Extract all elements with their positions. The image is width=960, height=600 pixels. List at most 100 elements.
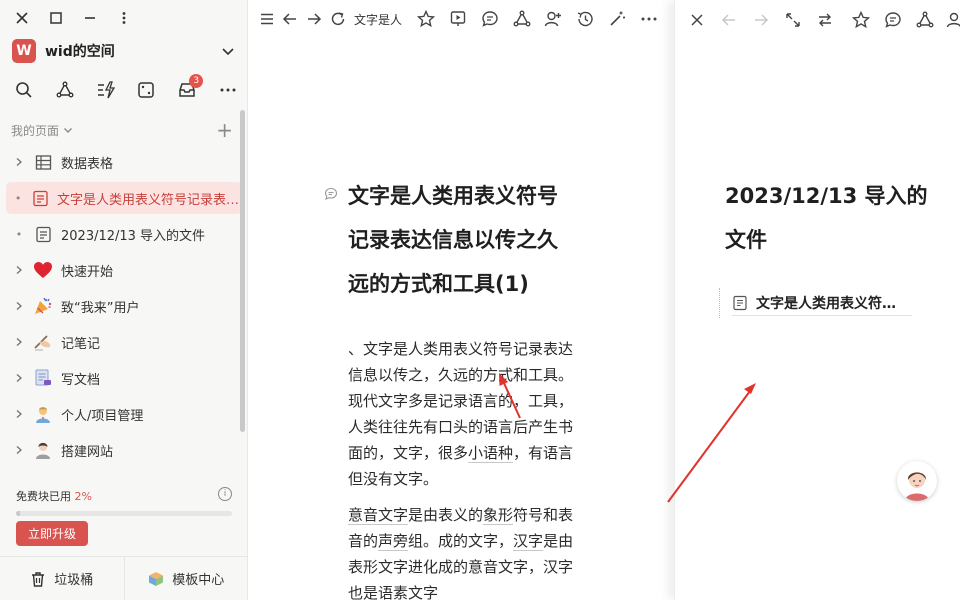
- forward-arrow-icon[interactable]: [303, 8, 325, 30]
- usage-label: 免费块已用: [16, 490, 71, 503]
- comment-icon[interactable]: [882, 9, 904, 31]
- add-page-icon[interactable]: +: [216, 120, 233, 140]
- page-icon: [32, 223, 54, 245]
- sidebar-item-write-docs[interactable]: 写文档: [6, 362, 242, 394]
- chevron-right-icon[interactable]: [10, 373, 28, 383]
- sidebar-item-data-table[interactable]: 数据表格: [6, 146, 242, 178]
- paragraph-1[interactable]: 、文字是人类用表义符号记录表达信息以传之，久远的方式和工具。现代文字多是记录语言…: [348, 336, 576, 492]
- graph-nodes-icon[interactable]: [53, 78, 77, 102]
- template-label: 模板中心: [172, 573, 225, 588]
- back-arrow-icon[interactable]: [718, 9, 740, 31]
- sidebar-item-project-management[interactable]: 个人/项目管理: [6, 398, 242, 430]
- more-horizontal-icon[interactable]: [216, 78, 240, 102]
- more-vertical-icon[interactable]: [116, 9, 132, 27]
- page-tree: 数据表格 • 文字是人类用表义符号记录表达信息以传之久远的方式和工具(1) • …: [6, 146, 242, 470]
- subpage-link[interactable]: 文字是人类用表义符号记录表达信息以传之久远的方式和工具(1): [719, 288, 912, 318]
- maximize-icon[interactable]: [48, 9, 64, 27]
- switch-icon[interactable]: [814, 9, 836, 31]
- magic-wand-icon[interactable]: [606, 8, 628, 30]
- trash-icon: [32, 571, 45, 587]
- panel-page-title[interactable]: 2023/12/13 导入的文件: [725, 174, 935, 262]
- lightning-list-icon[interactable]: [94, 78, 118, 102]
- info-icon[interactable]: i: [218, 487, 232, 501]
- link-text[interactable]: 汉字: [513, 532, 544, 551]
- sidebar-item-label: 搭建网站: [61, 444, 114, 460]
- chevron-right-icon[interactable]: [10, 409, 28, 419]
- space-logo: W: [12, 39, 36, 63]
- usage-progress-bar: [16, 511, 232, 516]
- chevron-right-icon[interactable]: [10, 157, 28, 167]
- star-icon[interactable]: [850, 9, 872, 31]
- subpage-title: 文字是人类用表义符号记录表达信息以传之久远的方式和工具(1): [756, 295, 906, 312]
- subpage-row[interactable]: 文字是人类用表义符号记录表达信息以传之久远的方式和工具(1): [732, 290, 912, 316]
- sidebar-scrollbar[interactable]: [240, 110, 245, 432]
- chevron-right-icon[interactable]: [10, 337, 28, 347]
- comment-marker-icon[interactable]: [324, 187, 338, 201]
- add-user-icon[interactable]: [542, 8, 564, 30]
- window-controls: [14, 9, 132, 27]
- dice-icon[interactable]: [134, 78, 158, 102]
- page-title[interactable]: 文字是人类用表义符号记录表达信息以传之久远的方式和工具(1): [348, 174, 578, 306]
- forward-arrow-icon[interactable]: [750, 9, 772, 31]
- sidebar-item-label: 写文档: [61, 372, 101, 388]
- link-text[interactable]: 小语种: [468, 444, 514, 463]
- heart-icon: [32, 259, 54, 281]
- link-text[interactable]: 声旁: [378, 532, 409, 551]
- link-text[interactable]: 意音文字: [348, 506, 409, 525]
- close-icon[interactable]: [686, 9, 708, 31]
- search-icon[interactable]: [12, 78, 36, 102]
- chevron-right-icon[interactable]: [10, 301, 28, 311]
- sidebar-item-imported-file[interactable]: • 2023/12/13 导入的文件: [6, 218, 242, 250]
- main-page: 文字是人 文字是人类用表义符号记录表达信息以传之久远的方式和工具(1) 、文字是…: [248, 0, 674, 600]
- sidebar-toolbar: 3: [12, 74, 240, 102]
- usage-percent: 2%: [74, 490, 92, 503]
- sidebar-item-label: 记笔记: [61, 336, 101, 352]
- bullet-icon: •: [14, 191, 22, 205]
- expand-icon[interactable]: [782, 9, 804, 31]
- graph-nodes-icon[interactable]: [511, 8, 533, 30]
- sidebar-item-label: 致“我来”用户: [61, 300, 140, 316]
- more-horizontal-icon[interactable]: [638, 8, 660, 30]
- sidebar-item-welcome[interactable]: 致“我来”用户: [6, 290, 242, 322]
- link-text[interactable]: 语素文字: [378, 584, 439, 600]
- paragraph-text: 是由表义的: [408, 506, 484, 524]
- document-icon: [32, 367, 54, 389]
- sidebar-item-label: 快速开始: [61, 264, 114, 280]
- paragraph-2[interactable]: 意音文字是由表义的象形符号和表音的声旁组。成的文字，汉字是由表形文字进化成的意音…: [348, 502, 576, 600]
- chevron-right-icon[interactable]: [10, 445, 28, 455]
- comment-icon[interactable]: [479, 8, 501, 30]
- trash-button[interactable]: 垃圾桶: [0, 557, 124, 600]
- sidebar-item-quick-start[interactable]: 快速开始: [6, 254, 242, 286]
- template-center-button[interactable]: 模板中心: [123, 557, 249, 600]
- minimize-icon[interactable]: [82, 9, 98, 27]
- assistant-avatar[interactable]: [897, 461, 937, 501]
- bullet-icon: •: [15, 227, 23, 241]
- space-name: wid的空间: [45, 44, 115, 60]
- graph-nodes-icon[interactable]: [914, 9, 936, 31]
- user-icon[interactable]: [943, 9, 960, 31]
- sidebar-item-label: 2023/12/13 导入的文件: [61, 228, 206, 244]
- sidebar-footer: 垃圾桶 模板中心: [0, 556, 248, 600]
- chevron-right-icon[interactable]: [10, 265, 28, 275]
- sidebar-item-notes[interactable]: 记笔记: [6, 326, 242, 358]
- space-switcher[interactable]: W wid的空间: [12, 38, 236, 64]
- app-window: W wid的空间 3 我的页面 + 数据表格 • 文字是人类用表义符号记录表达信…: [0, 0, 960, 600]
- sidebar-item-current-page[interactable]: • 文字是人类用表义符号记录表达信息以传之久远的方式和工具(1): [6, 182, 242, 214]
- back-arrow-icon[interactable]: [279, 8, 301, 30]
- close-icon[interactable]: [14, 9, 30, 27]
- presentation-icon[interactable]: [447, 8, 469, 30]
- upgrade-button[interactable]: 立即升级: [16, 521, 88, 546]
- link-text[interactable]: 象形: [483, 506, 514, 525]
- my-pages-header[interactable]: 我的页面 +: [11, 120, 233, 140]
- menu-icon[interactable]: [256, 8, 278, 30]
- notification-badge: 3: [189, 74, 204, 88]
- star-icon[interactable]: [415, 8, 437, 30]
- page-tab-title[interactable]: 文字是人: [354, 11, 412, 29]
- paragraph-text: 组。成的文字，: [408, 532, 514, 550]
- history-icon[interactable]: [574, 8, 596, 30]
- refresh-icon[interactable]: [327, 8, 349, 30]
- side-peek-panel: 2023/12/13 导入的文件 文字是人类用表义符号记录表达信息以传之久远的方…: [674, 0, 960, 600]
- inbox-icon[interactable]: 3: [175, 74, 204, 102]
- page-icon: [733, 295, 747, 310]
- sidebar-item-build-website[interactable]: 搭建网站: [6, 434, 242, 466]
